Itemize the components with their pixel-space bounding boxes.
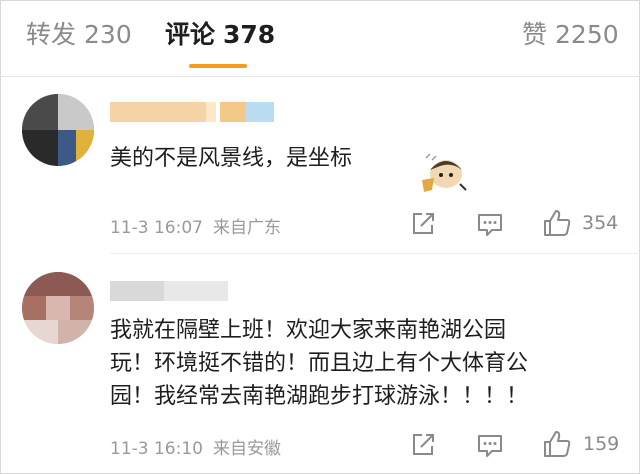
sticker-emoji: [422, 153, 467, 192]
comment-source: 来自安徽: [212, 439, 281, 459]
tab-comments-label: 评论: [165, 20, 216, 49]
tabs-divider: [0, 76, 640, 77]
tab-reposts[interactable]: 转发 230: [26, 18, 132, 52]
tab-likes-count: 2250: [555, 20, 619, 49]
comment-date: 11-3 16:10: [110, 439, 203, 459]
comment-text-line: 我就在隔壁上班！欢迎大家来南艳湖公园: [110, 318, 507, 343]
comment-text-line: 园！我经常去南艳湖跑步打球游泳！！！！: [110, 384, 529, 409]
tab-likes-label: 赞: [522, 20, 548, 49]
comment-icon[interactable]: [476, 212, 504, 238]
thumbs-up-icon[interactable]: [542, 208, 572, 238]
tab-comments[interactable]: 评论 378: [165, 18, 275, 52]
comment-text: 我就在隔壁上班！欢迎大家来南艳湖公园 玩！环境挺不错的！而且边上有个大体育公 园…: [110, 314, 528, 413]
comment-meta: 11-3 16:07 来自广东: [110, 213, 281, 238]
comment-date: 11-3 16:07: [110, 218, 203, 238]
active-tab-indicator: [189, 64, 247, 68]
like-count: 354: [582, 212, 619, 234]
thumbs-up-icon[interactable]: [542, 429, 572, 459]
username-blurred[interactable]: [110, 281, 228, 301]
tab-reposts-count: 230: [84, 20, 132, 49]
comment-text-line: 玩！环境挺不错的！而且边上有个大体育公: [110, 351, 529, 376]
avatar[interactable]: [22, 94, 94, 166]
share-icon[interactable]: [410, 211, 436, 237]
comment-source: 来自广东: [212, 218, 281, 238]
tab-reposts-label: 转发: [26, 20, 77, 49]
username-blurred[interactable]: [110, 102, 274, 122]
like-count: 159: [583, 433, 620, 455]
comment-meta: 11-3 16:10 来自安徽: [110, 434, 281, 459]
share-icon[interactable]: [410, 432, 436, 458]
tab-comments-count: 378: [223, 20, 276, 49]
tab-bar: 转发 230 评论 378 赞 2250: [0, 0, 640, 76]
comment-text-line: 美的不是风景线，是坐标: [110, 146, 353, 171]
avatar[interactable]: [22, 272, 94, 344]
comment-divider: [110, 253, 640, 254]
comment-icon[interactable]: [476, 433, 504, 459]
comment-text: 美的不是风景线，是坐标: [110, 142, 352, 175]
tab-likes[interactable]: 赞 2250: [522, 18, 619, 52]
